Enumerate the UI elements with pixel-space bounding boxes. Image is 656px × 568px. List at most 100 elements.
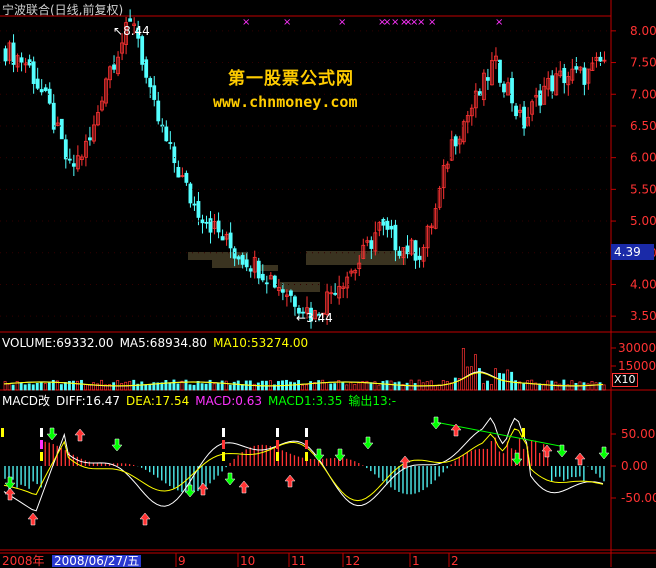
volume-bar [377,384,381,391]
current-price-badge: 4.39 [611,244,654,260]
signal-bar [222,428,225,437]
candle-body [156,100,161,122]
buy-arrow-icon [574,452,586,466]
volume-bar [582,382,586,391]
volume-bar [196,381,200,391]
candle-body [31,61,36,84]
volume-bar [465,366,469,391]
volume-bar [502,373,506,391]
volume-bar [289,381,292,391]
sell-arrow-icon [111,438,123,452]
support-zones [188,251,406,292]
candle-body [272,275,277,288]
volume-bar [482,383,485,391]
candle-body [196,201,201,218]
candle-body [582,67,587,85]
support-zone [280,282,320,292]
volume-bar [558,383,562,391]
volume-bar [192,384,196,391]
volume-bar [168,382,172,391]
price-tick-label: 7.00 [630,87,656,101]
volume-bar [47,382,51,391]
sell-arrow-icon [362,436,374,450]
volume-bar [445,381,449,391]
candle-body [192,203,197,206]
month-label-11: 11 [291,554,307,568]
signal-bar [40,428,43,437]
price-candles[interactable] [3,9,607,329]
volume-bar [88,384,91,391]
price-tick-label: 5.00 [630,214,656,228]
volume-legend-item-2: MA10:53274.00 [213,336,309,350]
macd-tick-label: 50.00 [621,427,655,441]
candle-body [11,42,16,65]
volume-bar [317,380,321,391]
signal-x-marker: × [338,17,346,28]
buy-arrow-icon [399,455,411,469]
month-label-2: 2 [451,554,459,568]
candle-body [256,260,261,279]
volume-bar [224,380,228,391]
macd-tick-label: 0.00 [621,459,648,473]
volume-bar [140,381,144,391]
volume-bar [176,383,180,391]
volume-bar [164,380,168,391]
candle-body [574,66,579,70]
volume-bar [63,382,67,391]
candle-body [216,220,221,233]
volume-bars[interactable] [3,347,606,391]
signal-bar [276,440,279,449]
candle-body [389,225,394,230]
signal-bar [222,452,225,461]
candle-body [184,172,189,183]
month-label-10: 10 [240,554,256,568]
volume-bar [116,380,120,391]
candle-body [538,90,543,106]
volume-unit-badge: X10 [612,373,638,387]
candle-body [522,106,526,129]
volume-bar [216,382,220,391]
volume-bar [393,382,397,391]
volume-bar [506,369,510,391]
volume-legend-item-1: MA5:68934.80 [119,336,208,350]
candle-body [39,89,44,93]
candle-body [67,158,72,161]
candle-body [333,292,338,295]
buy-arrow-icon [139,512,151,526]
candle-body [369,240,374,249]
volume-bar [526,380,530,391]
macd-legend: MACD改 DIFF:16.47 DEA:17.54 MACD:0.63 MACD1:3… [2,394,402,408]
candle-body [550,75,555,92]
candle-body [598,56,603,62]
volume-bar [357,382,361,391]
candle-body [236,256,241,260]
macd-legend-item-0: MACD改 [2,394,50,408]
volume-bar [369,382,373,391]
sell-arrow-icon [224,472,236,486]
volume-bar [413,383,417,391]
volume-bar [59,384,63,391]
signal-bar [40,452,43,461]
candle-body [168,142,173,144]
candle-body [43,87,48,91]
volume-bar [39,382,43,391]
signal-bar [276,428,279,437]
price-tick-label: 3.50 [630,309,656,323]
volume-tick-label: 30000 [618,341,656,355]
candle-body [502,83,506,93]
candle-body [289,290,293,296]
volume-bar [494,368,497,391]
volume-bar [148,384,152,391]
volume-bar [594,382,598,391]
date-cursor-label[interactable]: 2008/06/27/五 [52,555,142,567]
macd-indicator[interactable] [1,416,610,526]
volume-bar [385,380,389,391]
candle-body [228,232,233,249]
volume-bar [184,379,188,391]
signal-bar [276,452,279,461]
volume-legend: VOLUME:69332.00 MA5:68934.80 MA10:53274.00 [2,336,314,350]
sell-arrow-icon [334,448,346,462]
volume-bar [498,372,502,391]
volume-bar [490,384,493,391]
volume-bar [120,383,124,391]
